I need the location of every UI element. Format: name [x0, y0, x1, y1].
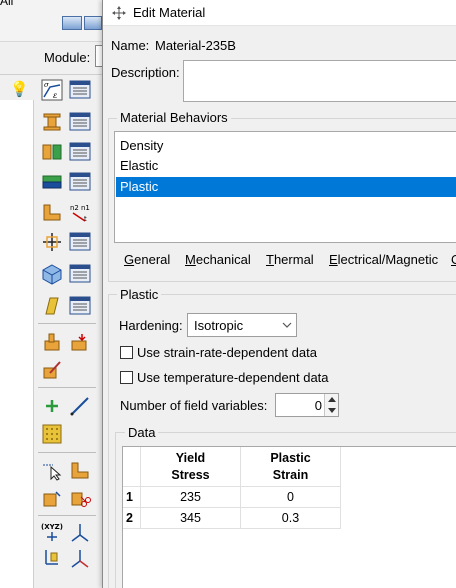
- menu-all-label: All: [0, 0, 14, 8]
- material-manager-icon[interactable]: [68, 78, 92, 102]
- svg-text:n1: n1: [81, 204, 90, 212]
- dialog-titlebar[interactable]: Edit Material: [103, 0, 456, 26]
- name-label: Name:: [111, 38, 150, 53]
- csys-translate-icon[interactable]: [68, 546, 92, 570]
- spin-down-icon[interactable]: [328, 408, 336, 413]
- field-variables-spinbox[interactable]: 0: [275, 393, 339, 417]
- spinner-buttons[interactable]: [324, 394, 338, 416]
- toolbox-divider-2: [38, 387, 96, 388]
- column-header-plastic-strain[interactable]: Plastic Strain: [241, 447, 341, 487]
- model-tree-panel: [0, 100, 34, 588]
- table-cell[interactable]: 235: [141, 487, 241, 508]
- hardening-dropdown[interactable]: Isotropic: [187, 313, 297, 337]
- cut-icon[interactable]: [68, 486, 92, 510]
- edit-special-icon[interactable]: [40, 358, 64, 382]
- dialog-title: Edit Material: [133, 5, 206, 20]
- stringer-icon[interactable]: [40, 294, 64, 318]
- skin-manager-icon[interactable]: [68, 262, 92, 286]
- divider: [0, 74, 102, 75]
- plastic-title: Plastic: [117, 287, 162, 302]
- table-corner: [123, 447, 141, 487]
- strain-rate-label: Use strain-rate-dependent data: [137, 345, 317, 360]
- abaqus-main-window: All Module: 💡 εσ n2 n1 t (XYZ): [0, 0, 103, 588]
- table-cell[interactable]: 0.3: [241, 508, 341, 529]
- query-select-icon[interactable]: [40, 458, 64, 482]
- assign-section-icon[interactable]: [40, 140, 64, 164]
- description-label: Description:: [111, 65, 180, 80]
- create-profile-icon[interactable]: [40, 170, 64, 194]
- assignment-manager-icon[interactable]: [68, 140, 92, 164]
- table-cell[interactable]: 0: [241, 487, 341, 508]
- field-variables-value: 0: [314, 398, 322, 413]
- table-cell[interactable]: 345: [141, 508, 241, 529]
- merge-icon[interactable]: [40, 486, 64, 510]
- row-header[interactable]: 1: [123, 487, 141, 508]
- section-manager-icon[interactable]: [68, 110, 92, 134]
- crosshair-move-icon: [111, 5, 127, 21]
- main-toolbar: All: [0, 0, 102, 42]
- orientation-manager-icon[interactable]: [68, 230, 92, 254]
- data-table[interactable]: Yield Stress Plastic Strain 1 235 0 2 345 …: [122, 446, 456, 588]
- menu-other[interactable]: O: [451, 252, 456, 267]
- edit-material-dialog: Edit Material Name: Material-235B Descri…: [102, 0, 456, 588]
- behavior-item-elastic[interactable]: Elastic: [116, 156, 456, 176]
- chevron-down-icon: [282, 318, 292, 332]
- field-variables-label: Number of field variables:: [120, 398, 268, 413]
- menu-electrical-magnetic[interactable]: Electrical/Magnetic: [329, 252, 438, 267]
- behavior-item-plastic[interactable]: Plastic: [116, 177, 456, 197]
- toolbox-divider: [38, 323, 96, 324]
- strain-rate-checkbox[interactable]: [120, 346, 133, 359]
- create-section-icon[interactable]: [40, 110, 64, 134]
- lightbulb-icon[interactable]: 💡: [10, 80, 29, 98]
- skin-icon[interactable]: [40, 262, 64, 286]
- svg-text:t: t: [84, 215, 87, 223]
- viewport-icon-2[interactable]: [84, 16, 102, 30]
- material-name: Material-235B: [155, 38, 236, 53]
- row-header[interactable]: 2: [123, 508, 141, 529]
- csys-axes-icon[interactable]: [68, 520, 92, 544]
- temperature-checkbox[interactable]: [120, 371, 133, 384]
- create-datum-axis-icon[interactable]: [68, 394, 92, 418]
- svg-text:n2: n2: [70, 204, 79, 212]
- svg-text:(XYZ): (XYZ): [41, 523, 63, 531]
- toolbox-divider-4: [38, 515, 96, 516]
- data-title: Data: [125, 425, 159, 440]
- menu-general[interactable]: General: [124, 252, 170, 267]
- special-assign-icon[interactable]: [68, 330, 92, 354]
- create-material-icon[interactable]: εσ: [40, 78, 64, 102]
- hardening-value: Isotropic: [194, 318, 244, 333]
- spin-up-icon[interactable]: [328, 397, 336, 402]
- csys-rotate-icon[interactable]: [40, 546, 64, 570]
- partition-icon[interactable]: [68, 458, 92, 482]
- description-field[interactable]: [183, 60, 456, 102]
- display-grid-icon[interactable]: [40, 422, 64, 446]
- toolbox-divider-3: [38, 452, 96, 453]
- special-part-icon[interactable]: [40, 330, 64, 354]
- svg-text:ε: ε: [53, 91, 57, 100]
- material-behaviors-list[interactable]: Density Elastic Plastic: [114, 131, 456, 243]
- material-behaviors-title: Material Behaviors: [117, 110, 231, 125]
- create-csys-icon[interactable]: (XYZ): [40, 520, 64, 544]
- temperature-label: Use temperature-dependent data: [137, 370, 329, 385]
- normal-direction-icon[interactable]: n2 n1 t: [68, 200, 92, 224]
- column-header-yield-stress[interactable]: Yield Stress: [141, 447, 241, 487]
- viewport-icon[interactable]: [62, 16, 82, 30]
- menu-thermal[interactable]: Thermal: [266, 252, 314, 267]
- svg-text:σ: σ: [44, 81, 49, 89]
- rebar-orientation-icon[interactable]: [40, 230, 64, 254]
- module-label: Module:: [44, 50, 91, 65]
- create-datum-point-icon[interactable]: [40, 394, 64, 418]
- behavior-item-density[interactable]: Density: [116, 136, 456, 156]
- menu-mechanical[interactable]: Mechanical: [185, 252, 251, 267]
- profile-manager-icon[interactable]: [68, 170, 92, 194]
- hardening-label: Hardening:: [119, 318, 183, 333]
- stringer-manager-icon[interactable]: [68, 294, 92, 318]
- beam-orientation-icon[interactable]: [40, 200, 64, 224]
